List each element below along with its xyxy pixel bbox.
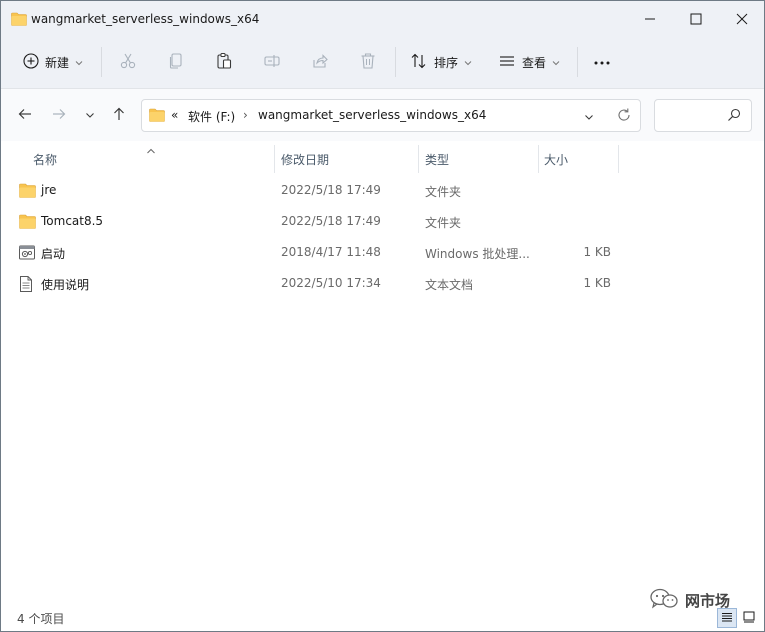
arrow-left-icon: [18, 107, 32, 124]
rename-button[interactable]: [263, 37, 281, 87]
item-count: 4 个项目: [17, 612, 65, 626]
file-type: 文本文档: [425, 278, 474, 292]
navigation-bar: « 软件 (F:) › wangmarket_serverless_window…: [1, 89, 764, 141]
tiles-view-button[interactable]: [739, 608, 759, 628]
chevron-down-icon: [85, 108, 95, 122]
toolbar-divider: [101, 47, 102, 77]
search-input[interactable]: [654, 99, 752, 132]
file-size: 1 KB: [583, 245, 611, 259]
file-name: jre: [41, 183, 57, 197]
minimize-button[interactable]: [627, 1, 673, 37]
refresh-icon[interactable]: [616, 107, 632, 126]
toolbar-divider: [395, 47, 396, 77]
sort-button-label: 排序: [434, 55, 459, 70]
batch-file-icon: [19, 245, 35, 263]
address-history-button[interactable]: [584, 110, 594, 124]
file-name: Tomcat8.5: [41, 214, 104, 228]
folder-icon: [149, 108, 165, 125]
command-bar: 新建 排序 查看: [1, 37, 764, 89]
status-bar: 4 个项目 网市场: [1, 588, 764, 631]
column-divider[interactable]: [418, 145, 419, 173]
search-icon: [727, 108, 741, 125]
column-header-size[interactable]: 大小: [544, 151, 568, 168]
sort-button[interactable]: 排序: [410, 37, 472, 87]
column-divider[interactable]: [538, 145, 539, 173]
more-options-button[interactable]: [593, 37, 611, 87]
column-header-name[interactable]: 名称: [33, 151, 57, 168]
folder-icon: [11, 12, 27, 29]
file-explorer-window: wangmarket_serverless_windows_x64 新建 排序 …: [0, 0, 765, 632]
view-button[interactable]: 查看: [498, 37, 560, 87]
forward-button[interactable]: [47, 103, 71, 127]
delete-button[interactable]: [359, 37, 377, 87]
new-button[interactable]: 新建: [23, 37, 83, 87]
scissors-icon: [119, 52, 137, 73]
column-divider[interactable]: [618, 145, 619, 173]
copy-icon: [167, 52, 185, 73]
folder-icon: [19, 214, 36, 232]
copy-button[interactable]: [167, 37, 185, 87]
sort-ascending-icon: [146, 143, 156, 157]
file-type: 文件夹: [425, 216, 462, 230]
view-button-label: 查看: [522, 55, 547, 70]
toolbar-divider: [577, 47, 578, 77]
breadcrumb-current-folder[interactable]: wangmarket_serverless_windows_x64: [258, 108, 486, 122]
arrow-right-icon: [52, 107, 66, 124]
maximize-button[interactable]: [673, 1, 719, 37]
text-file-icon: [19, 276, 33, 295]
column-header-date[interactable]: 修改日期: [281, 151, 329, 168]
share-button[interactable]: [311, 37, 329, 87]
wechat-icon: [649, 588, 679, 613]
clipboard-icon: [215, 52, 233, 73]
file-name: 启动: [41, 247, 66, 261]
cut-button[interactable]: [119, 37, 137, 87]
chevron-down-icon: [552, 55, 560, 69]
file-date: 2022/5/10 17:34: [281, 276, 381, 290]
folder-icon: [19, 183, 36, 201]
column-header-type[interactable]: 类型: [425, 151, 449, 168]
file-type: Windows 批处理...: [425, 247, 530, 261]
file-row[interactable]: Tomcat8.5 2022/5/18 17:49 文件夹: [13, 208, 621, 236]
file-date: 2022/5/18 17:49: [281, 183, 381, 197]
breadcrumb-separator[interactable]: ›: [243, 108, 248, 122]
file-name: 使用说明: [41, 278, 90, 292]
file-row[interactable]: 启动 2018/4/17 11:48 Windows 批处理... 1 KB: [13, 239, 621, 267]
title-bar[interactable]: wangmarket_serverless_windows_x64: [1, 1, 764, 37]
rename-icon: [263, 52, 281, 73]
address-bar[interactable]: « 软件 (F:) › wangmarket_serverless_window…: [141, 99, 641, 132]
back-button[interactable]: [13, 103, 37, 127]
up-button[interactable]: [107, 103, 131, 127]
new-button-label: 新建: [45, 55, 70, 70]
plus-circle-icon: [23, 52, 39, 72]
tiles-view-icon: [743, 611, 755, 626]
chevron-down-icon: [464, 55, 472, 69]
arrow-up-icon: [112, 107, 126, 124]
file-type: 文件夹: [425, 185, 462, 199]
share-icon: [311, 52, 329, 73]
sort-arrows-icon: [410, 52, 428, 73]
window-title: wangmarket_serverless_windows_x64: [31, 12, 260, 26]
paste-button[interactable]: [215, 37, 233, 87]
trash-icon: [359, 52, 377, 73]
file-date: 2022/5/18 17:49: [281, 214, 381, 228]
details-view-icon: [721, 611, 733, 626]
breadcrumb-drive[interactable]: 软件 (F:): [188, 108, 235, 125]
file-row[interactable]: jre 2022/5/18 17:49 文件夹: [13, 177, 621, 205]
column-divider[interactable]: [274, 145, 275, 173]
file-size: 1 KB: [583, 276, 611, 290]
breadcrumb-overflow[interactable]: «: [171, 108, 178, 122]
list-view-icon: [498, 52, 516, 73]
close-button[interactable]: [719, 1, 765, 37]
details-view-button[interactable]: [717, 608, 737, 628]
chevron-down-icon: [75, 55, 83, 69]
file-date: 2018/4/17 11:48: [281, 245, 381, 259]
recent-locations-button[interactable]: [78, 103, 102, 127]
file-list: 名称 修改日期 类型 大小 jre 2022/5/18 17:49 文件夹 To…: [1, 141, 764, 606]
file-row[interactable]: 使用说明 2022/5/10 17:34 文本文档 1 KB: [13, 270, 621, 298]
more-dots-icon: [593, 55, 611, 69]
